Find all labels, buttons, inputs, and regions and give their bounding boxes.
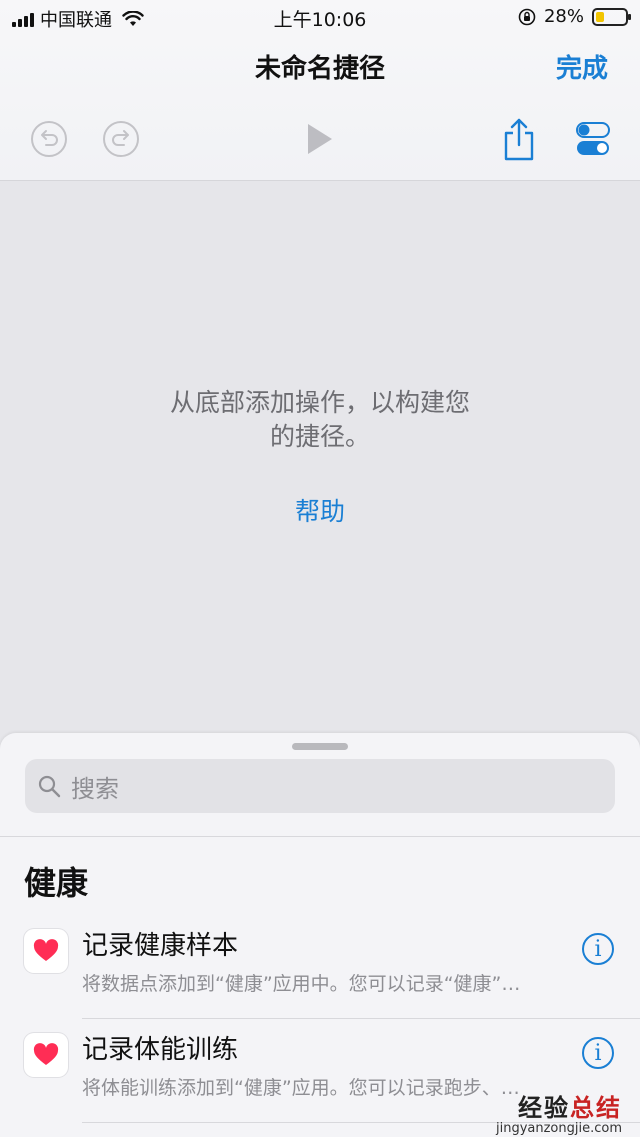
action-title: 记录健康样本 — [82, 931, 239, 961]
watermark-url: jingyanzongjie.com — [495, 1121, 622, 1136]
heart-icon — [33, 939, 59, 961]
watermark: 经验总结 jingyanzongjie.com — [496, 1088, 622, 1136]
list-item-log-health-sample[interactable]: 记录健康样本 将数据点添加到“健康”应用中。您可以记录“健康”… i — [0, 915, 640, 1019]
undo-icon — [31, 121, 67, 157]
search-icon — [38, 775, 61, 798]
info-icon: i — [594, 936, 602, 962]
info-icon: i — [594, 1040, 602, 1066]
action-picker-sheet: 搜索 健康 记录健康样本 将数据点添加到“健康”应用中。您可以记录“健康”… i… — [0, 733, 640, 1137]
sheet-grabber[interactable] — [292, 743, 348, 750]
action-title: 记录体能训练 — [82, 1035, 239, 1065]
share-icon — [504, 118, 534, 161]
run-button[interactable] — [293, 112, 347, 166]
help-link[interactable]: 帮助 — [0, 492, 640, 528]
health-app-icon — [24, 929, 68, 973]
share-button[interactable] — [492, 112, 546, 166]
watermark-logo-text: 经验总结 — [496, 1088, 622, 1123]
info-button[interactable]: i — [582, 933, 614, 965]
settings-button[interactable] — [566, 112, 620, 166]
empty-message-line-1: 从底部添加操作，以构建您 — [169, 388, 470, 417]
info-button[interactable]: i — [582, 1037, 614, 1069]
action-subtitle: 将数据点添加到“健康”应用中。您可以记录“健康”… — [82, 973, 521, 995]
undo-button[interactable] — [22, 112, 76, 166]
battery-fill — [596, 11, 604, 22]
watermark-text-b: 总结 — [570, 1094, 622, 1122]
status-bar: 中国联通 上午10:06 28% — [0, 0, 640, 34]
search-input[interactable]: 搜索 — [25, 759, 615, 813]
divider — [0, 836, 640, 837]
empty-message-line-2: 的捷径。 — [269, 422, 370, 451]
page-title[interactable]: 未命名捷径 — [0, 48, 640, 85]
battery-percent: 28% — [543, 6, 584, 27]
redo-icon — [103, 121, 139, 157]
watermark-text-a: 经验 — [518, 1094, 570, 1122]
toggle-settings-icon — [576, 122, 610, 155]
orientation-lock-icon — [518, 8, 536, 25]
navigation-header: 中国联通 上午10:06 28% 未命名捷径 完成 — [0, 0, 640, 181]
health-app-icon — [24, 1033, 68, 1077]
redo-button[interactable] — [94, 112, 148, 166]
status-right: 28% — [518, 6, 631, 27]
section-title: 健康 — [24, 864, 89, 902]
empty-editor-message: 从底部添加操作，以构建您 的捷径。 — [0, 386, 640, 454]
battery-icon — [592, 7, 631, 26]
heart-icon — [33, 1043, 59, 1065]
done-button[interactable]: 完成 — [556, 48, 608, 85]
play-icon — [308, 124, 332, 154]
search-placeholder: 搜索 — [71, 774, 119, 803]
editor-toolbar — [0, 112, 640, 166]
